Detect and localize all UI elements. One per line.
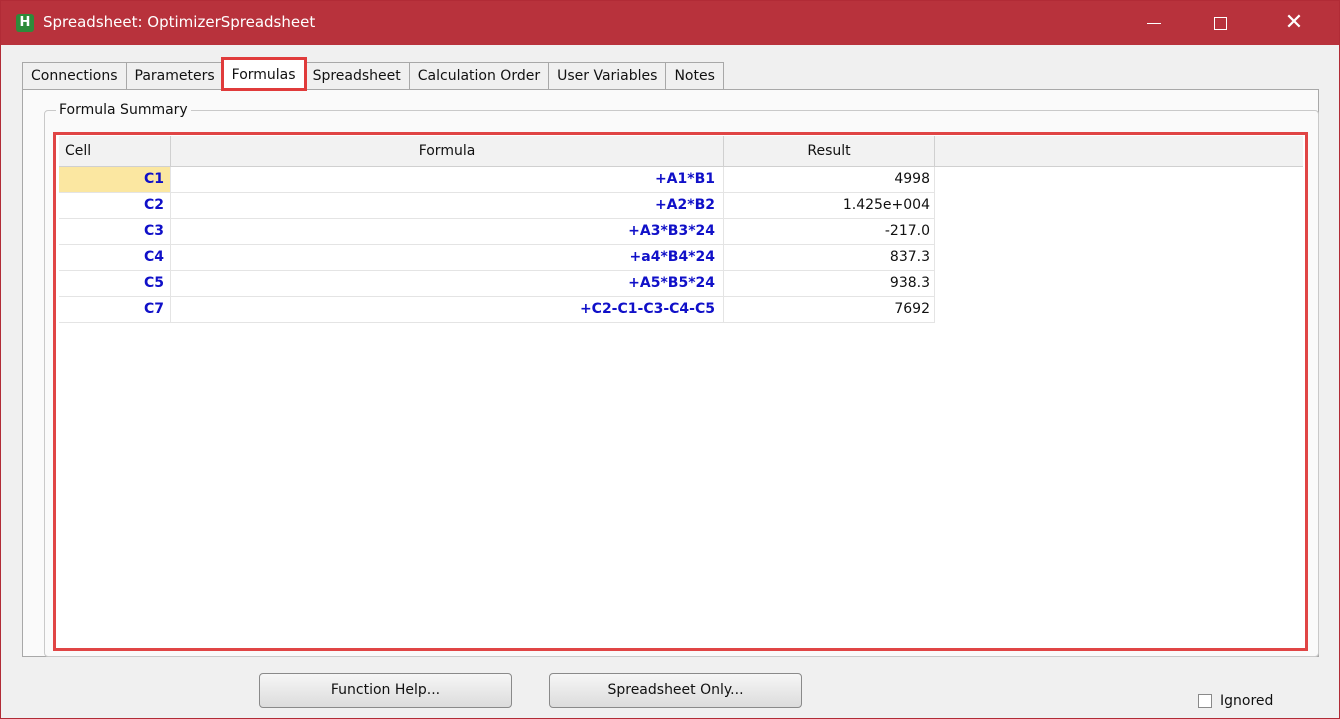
- tab-calculation-order[interactable]: Calculation Order: [408, 62, 550, 89]
- tab-user-variables[interactable]: User Variables: [548, 62, 667, 89]
- tab-notes[interactable]: Notes: [665, 62, 724, 89]
- table-row[interactable]: C4 +a4*B4*24 837.3: [59, 245, 935, 271]
- column-header-result[interactable]: Result: [724, 136, 935, 167]
- cell-result[interactable]: 4998: [724, 167, 935, 192]
- tab-spreadsheet[interactable]: Spreadsheet: [303, 62, 410, 89]
- window-title: Spreadsheet: OptimizerSpreadsheet: [43, 13, 316, 31]
- cell-id[interactable]: C2: [59, 193, 171, 218]
- formula-grid[interactable]: Cell Formula Result C1 +A1*B1 4998 C2 +A…: [59, 136, 1303, 647]
- cell-result[interactable]: 1.425e+004: [724, 193, 935, 218]
- close-icon: ✕: [1284, 10, 1304, 35]
- spreadsheet-only-button[interactable]: Spreadsheet Only...: [549, 673, 802, 708]
- spreadsheet-window: H Spreadsheet: OptimizerSpreadsheet ✕ Co…: [0, 0, 1340, 719]
- cell-id[interactable]: C3: [59, 219, 171, 244]
- tab-connections[interactable]: Connections: [22, 62, 127, 89]
- column-header-empty: [935, 136, 1303, 167]
- ignored-checkbox[interactable]: Ignored: [1198, 693, 1273, 709]
- cell-formula[interactable]: +C2-C1-C3-C4-C5: [171, 297, 724, 322]
- cell-id[interactable]: C5: [59, 271, 171, 296]
- cell-id[interactable]: C1: [59, 167, 171, 192]
- table-row[interactable]: C5 +A5*B5*24 938.3: [59, 271, 935, 297]
- minimize-icon: [1147, 22, 1161, 24]
- checkbox-box[interactable]: [1198, 694, 1212, 708]
- ignored-label: Ignored: [1220, 693, 1274, 709]
- table-row[interactable]: C2 +A2*B2 1.425e+004: [59, 193, 935, 219]
- maximize-icon: [1213, 16, 1227, 30]
- tab-formulas[interactable]: Formulas: [220, 57, 307, 91]
- cell-formula[interactable]: +A3*B3*24: [171, 219, 724, 244]
- column-header-cell[interactable]: Cell: [59, 136, 171, 167]
- cell-id[interactable]: C7: [59, 297, 171, 322]
- minimize-button[interactable]: [1131, 1, 1177, 45]
- cell-formula[interactable]: +A1*B1: [171, 167, 724, 192]
- cell-result[interactable]: -217.0: [724, 219, 935, 244]
- tab-parameters[interactable]: Parameters: [125, 62, 224, 89]
- table-row[interactable]: C3 +A3*B3*24 -217.0: [59, 219, 935, 245]
- table-row[interactable]: C7 +C2-C1-C3-C4-C5 7692: [59, 297, 935, 323]
- tab-bar: Connections Parameters Formulas Spreadsh…: [22, 57, 724, 91]
- cell-formula[interactable]: +a4*B4*24: [171, 245, 724, 270]
- cell-formula[interactable]: +A2*B2: [171, 193, 724, 218]
- cell-id[interactable]: C4: [59, 245, 171, 270]
- close-button[interactable]: ✕: [1271, 1, 1317, 45]
- column-header-formula[interactable]: Formula: [171, 136, 724, 167]
- title-bar[interactable]: H Spreadsheet: OptimizerSpreadsheet ✕: [1, 1, 1339, 45]
- function-help-button[interactable]: Function Help...: [259, 673, 512, 708]
- cell-result[interactable]: 938.3: [724, 271, 935, 296]
- app-icon: H: [16, 14, 34, 32]
- cell-result[interactable]: 7692: [724, 297, 935, 322]
- cell-result[interactable]: 837.3: [724, 245, 935, 270]
- cell-formula[interactable]: +A5*B5*24: [171, 271, 724, 296]
- maximize-button[interactable]: [1197, 1, 1243, 45]
- table-row[interactable]: C1 +A1*B1 4998: [59, 167, 935, 193]
- formula-summary-title: Formula Summary: [56, 102, 191, 118]
